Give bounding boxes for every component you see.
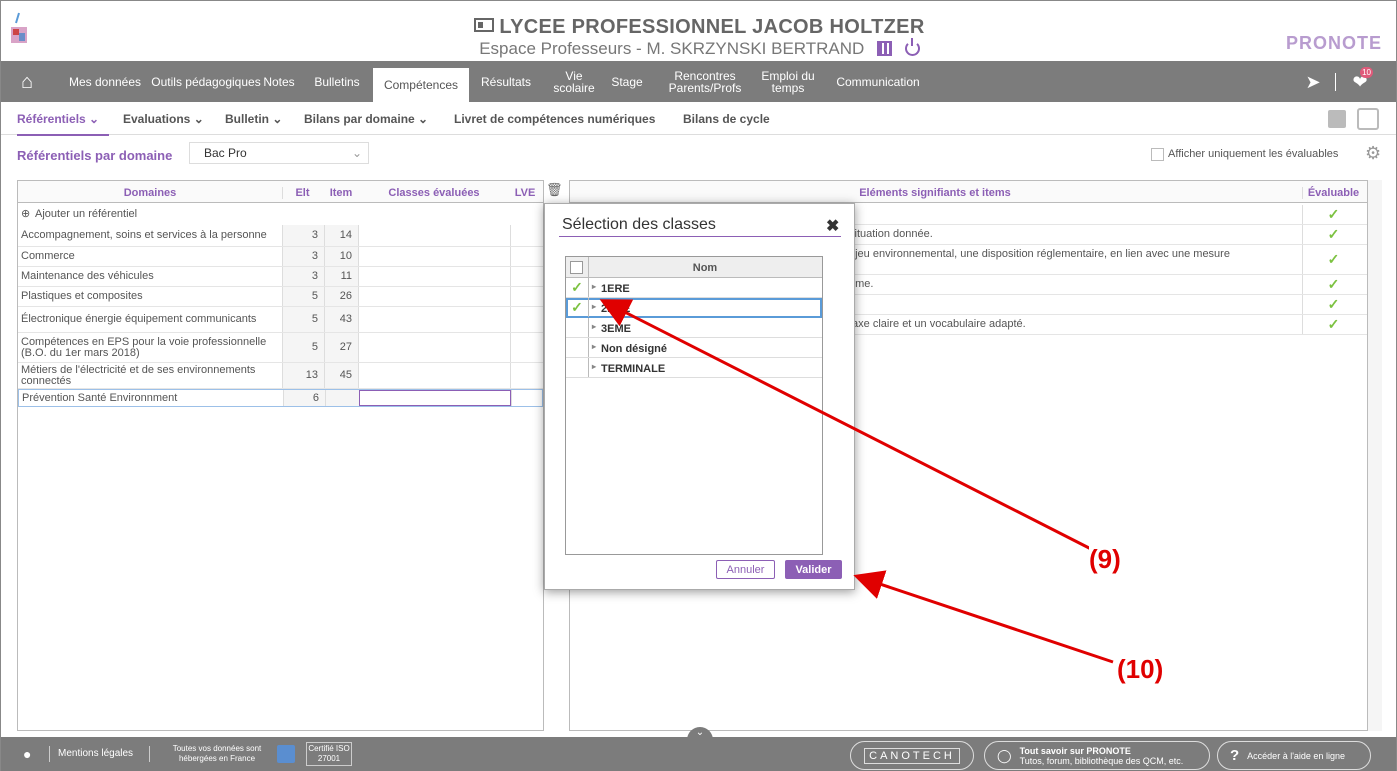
help-button[interactable]: ? Accéder à l'aide en ligne <box>1217 741 1371 770</box>
arrow-9 <box>599 299 1094 552</box>
pronote-window: LYCEE PROFESSIONNEL JACOB HOLTZER Espace… <box>0 0 1397 771</box>
footer: ● Mentions légales Toutes vos données so… <box>1 737 1396 771</box>
footer-divider <box>149 746 150 762</box>
annotation-9: (9) <box>1089 544 1121 575</box>
france-hosting-icon <box>277 745 295 763</box>
footer-divider <box>49 746 50 762</box>
tout-savoir-button[interactable]: ◯ Tout savoir sur PRONOTE Tutos, forum, bi… <box>984 741 1210 770</box>
hosted-in-france-text: Toutes vos données sont hébergées en Fra… <box>172 744 262 763</box>
annotation-arrows <box>599 299 1114 664</box>
annotation-10: (10) <box>1117 654 1164 685</box>
canotech-button[interactable]: CANOTECH <box>850 741 974 770</box>
iso-certification-badge: Certifié ISO 27001 <box>306 742 352 766</box>
mentions-legales-link[interactable]: Mentions légales <box>58 748 133 759</box>
help-icon: ? <box>1230 747 1240 764</box>
lightbulb-icon: ◯ <box>997 747 1012 763</box>
arrow-10 <box>853 570 1114 664</box>
twitter-icon[interactable]: ● <box>23 746 31 762</box>
